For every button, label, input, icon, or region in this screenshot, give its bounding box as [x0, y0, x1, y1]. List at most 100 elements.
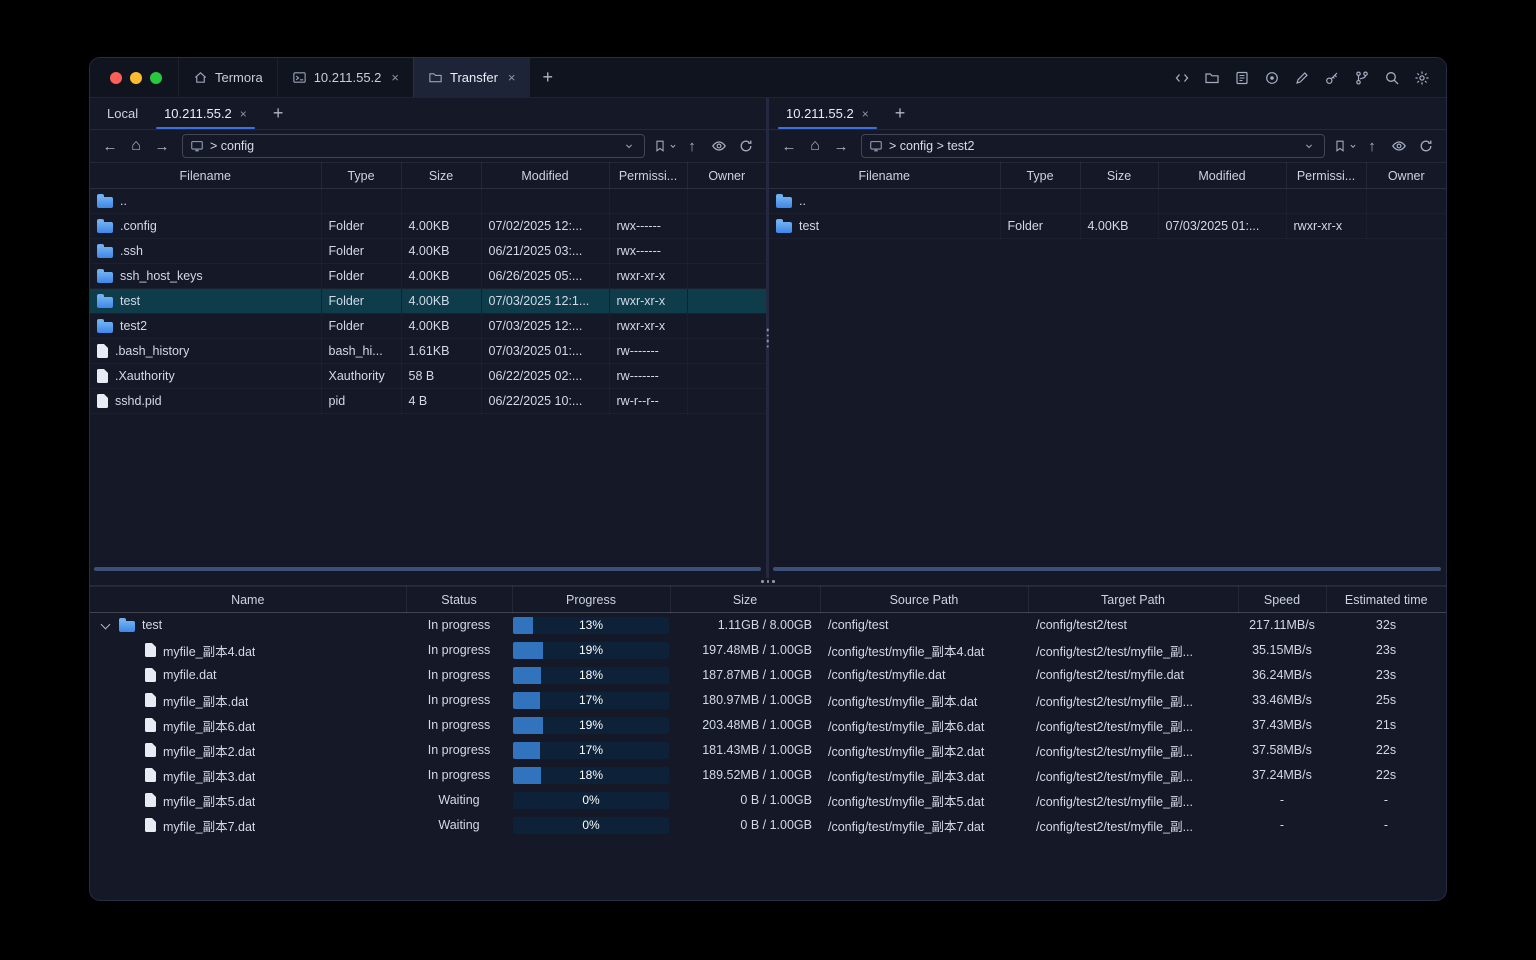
close-window-button[interactable] — [110, 71, 122, 84]
chevron-down-icon — [1306, 144, 1312, 149]
close-tab-icon[interactable]: × — [240, 107, 247, 121]
transfer-row[interactable]: myfile_副本4.dat In progress 19% 197.48MB … — [90, 638, 1446, 663]
file-row[interactable]: test Folder 4.00KB 07/03/2025 01:... rwx… — [769, 214, 1446, 239]
file-row[interactable]: sshd.pid pid 4 B 06/22/2025 10:... rw-r-… — [90, 389, 766, 414]
column-header-status[interactable]: Status — [406, 586, 513, 613]
back-button[interactable] — [777, 134, 801, 158]
path-dropdown-button[interactable] — [621, 138, 637, 154]
transfer-row[interactable]: myfile_副本.dat In progress 17% 180.97MB /… — [90, 688, 1446, 713]
branch-button[interactable] — [1349, 65, 1374, 90]
close-tab-icon[interactable]: × — [391, 70, 399, 85]
app-tab-host[interactable]: 10.211.55.2 × — [276, 58, 413, 97]
column-header-type[interactable]: Type — [1000, 162, 1081, 189]
column-header-filename[interactable]: Filename — [90, 162, 322, 189]
home-button[interactable] — [803, 134, 827, 158]
show-hidden-button[interactable] — [1386, 134, 1411, 159]
pane-tab-host[interactable]: 10.211.55.2 × — [151, 98, 260, 129]
back-button[interactable] — [98, 134, 122, 158]
horizontal-scrollbar[interactable] — [94, 567, 761, 571]
horizontal-scrollbar[interactable] — [773, 567, 1441, 571]
file-row[interactable]: ssh_host_keys Folder 4.00KB 06/26/2025 0… — [90, 264, 766, 289]
new-pane-tab-button[interactable]: + — [882, 98, 919, 129]
column-header-size[interactable]: Size — [401, 162, 482, 189]
minimize-window-button[interactable] — [130, 71, 142, 84]
path-bar[interactable]: > config > test2 — [861, 134, 1325, 158]
pane-tab-local[interactable]: Local — [94, 98, 151, 129]
expand-chevron-icon[interactable] — [98, 618, 112, 632]
refresh-button[interactable] — [1413, 134, 1438, 159]
file-row[interactable]: .Xauthority Xauthority 58 B 06/22/2025 0… — [90, 364, 766, 389]
parent-directory-button[interactable] — [1360, 134, 1384, 158]
transfer-row[interactable]: test In progress 13% 1.11GB / 8.00GB /co… — [90, 613, 1446, 638]
log-button[interactable] — [1229, 65, 1254, 90]
column-header-progress[interactable]: Progress — [512, 586, 671, 613]
file-size: 4.00KB — [1080, 214, 1158, 239]
column-header-permissions[interactable]: Permissi... — [609, 162, 688, 189]
path-dropdown-button[interactable] — [1301, 138, 1317, 154]
file-type-icon — [145, 768, 156, 782]
file-row[interactable]: .. — [90, 189, 766, 214]
close-tab-icon[interactable]: × — [508, 70, 516, 85]
column-header-permissions[interactable]: Permissi... — [1286, 162, 1367, 189]
file-row[interactable]: .bash_history bash_hi... 1.61KB 07/03/20… — [90, 339, 766, 364]
progress-label: 19% — [578, 643, 604, 657]
forward-button[interactable] — [150, 134, 174, 158]
file-type-icon — [97, 219, 113, 233]
home-button[interactable] — [124, 134, 148, 158]
column-header-name[interactable]: Name — [90, 586, 407, 613]
right-file-list: .. test Folder 4.00KB 07/03/2025 01:... … — [769, 189, 1446, 239]
progress-bar: 0% — [513, 791, 669, 809]
app-tab-termora[interactable]: Termora — [178, 58, 277, 97]
folder-icon — [1204, 72, 1219, 83]
key-button[interactable] — [1319, 65, 1344, 90]
file-row[interactable]: .ssh Folder 4.00KB 06/21/2025 03:... rwx… — [90, 239, 766, 264]
refresh-button[interactable] — [733, 134, 758, 159]
transfer-row[interactable]: myfile_副本7.dat Waiting 0% 0 B / 1.00GB /… — [90, 813, 1446, 838]
column-header-modified[interactable]: Modified — [481, 162, 610, 189]
transfer-row[interactable]: myfile_副本2.dat In progress 17% 181.43MB … — [90, 738, 1446, 763]
bookmarks-button[interactable] — [653, 134, 678, 159]
file-owner — [687, 214, 766, 239]
file-row[interactable]: test2 Folder 4.00KB 07/03/2025 12:... rw… — [90, 314, 766, 339]
column-header-source-path[interactable]: Source Path — [820, 586, 1029, 613]
transfer-row[interactable]: myfile.dat In progress 18% 187.87MB / 1.… — [90, 663, 1446, 688]
column-header-estimated-time[interactable]: Estimated time — [1326, 586, 1446, 613]
pane-tab-host[interactable]: 10.211.55.2 × — [773, 98, 882, 129]
column-header-type[interactable]: Type — [321, 162, 402, 189]
folder-button[interactable] — [1199, 65, 1224, 90]
file-row[interactable]: test Folder 4.00KB 07/03/2025 12:1... rw… — [90, 288, 766, 314]
column-header-owner[interactable]: Owner — [1366, 162, 1446, 189]
file-size: 4.00KB — [401, 288, 481, 314]
search-button[interactable] — [1379, 65, 1404, 90]
new-pane-tab-button[interactable]: + — [260, 98, 297, 129]
bookmarks-button[interactable] — [1333, 134, 1358, 159]
settings-button[interactable] — [1409, 65, 1434, 90]
column-header-size[interactable]: Size — [1080, 162, 1159, 189]
path-bar[interactable]: > config — [182, 134, 645, 158]
edit-button[interactable] — [1289, 65, 1314, 90]
column-header-owner[interactable]: Owner — [687, 162, 766, 189]
column-header-size[interactable]: Size — [670, 586, 821, 613]
transfer-size: 180.97MB / 1.00GB — [702, 693, 812, 707]
new-app-tab-button[interactable]: + — [530, 58, 567, 97]
record-button[interactable] — [1259, 65, 1284, 90]
transfer-row[interactable]: myfile_副本6.dat In progress 19% 203.48MB … — [90, 713, 1446, 738]
transfer-row[interactable]: myfile_副本3.dat In progress 18% 189.52MB … — [90, 763, 1446, 788]
forward-button[interactable] — [829, 134, 853, 158]
horizontal-splitter[interactable] — [90, 578, 1446, 586]
column-header-filename[interactable]: Filename — [769, 162, 1001, 189]
file-modified: 06/26/2025 05:... — [481, 264, 609, 289]
zoom-window-button[interactable] — [150, 71, 162, 84]
file-row[interactable]: .config Folder 4.00KB 07/02/2025 12:... … — [90, 214, 766, 239]
column-header-modified[interactable]: Modified — [1158, 162, 1287, 189]
transfer-row[interactable]: myfile_副本5.dat Waiting 0% 0 B / 1.00GB /… — [90, 788, 1446, 813]
progress-bar: 19% — [513, 716, 669, 734]
close-tab-icon[interactable]: × — [862, 107, 869, 121]
file-row[interactable]: .. — [769, 189, 1446, 214]
app-tab-transfer[interactable]: Transfer × — [413, 58, 530, 97]
column-header-speed[interactable]: Speed — [1238, 586, 1327, 613]
code-button[interactable] — [1169, 65, 1194, 90]
column-header-target-path[interactable]: Target Path — [1028, 586, 1239, 613]
show-hidden-button[interactable] — [706, 134, 731, 159]
parent-directory-button[interactable] — [680, 134, 704, 158]
